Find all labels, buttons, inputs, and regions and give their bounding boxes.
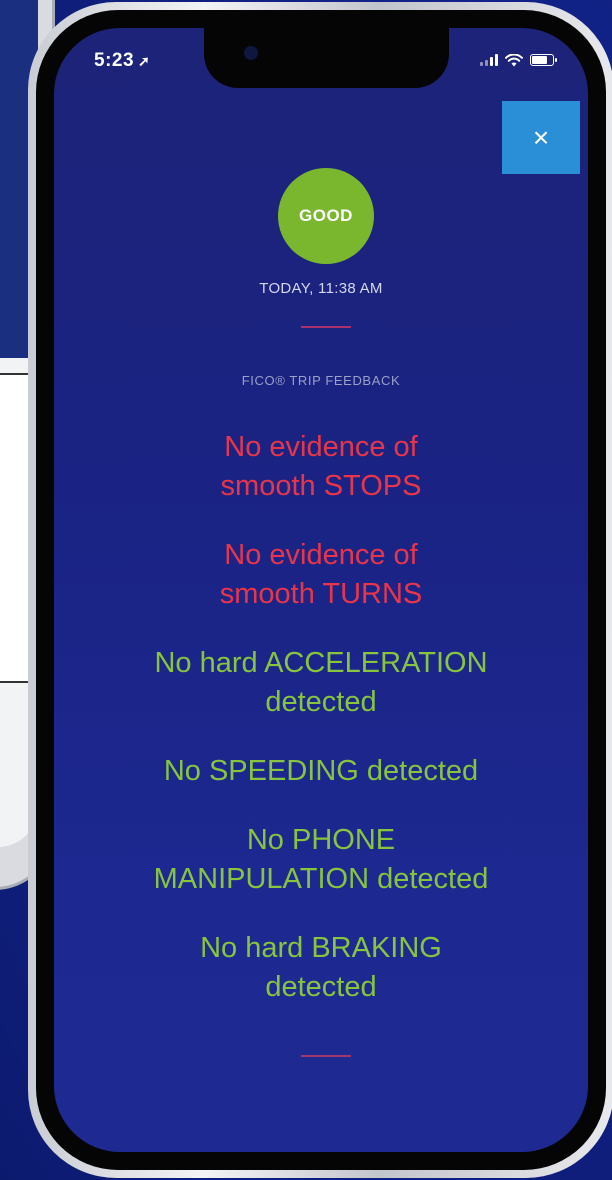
phone-bezel: 5:23 ➚ × GOOD TODAY, 11:38 AM FICO® TRIP…: [36, 10, 606, 1170]
top-divider: [301, 326, 351, 328]
feedback-item-line: No hard ACCELERATION: [154, 647, 488, 679]
battery-icon: [530, 54, 557, 66]
feedback-item-positive: No PHONE MANIPULATION detected: [54, 821, 588, 899]
location-arrow-icon: ➚: [138, 53, 151, 69]
feedback-item-line: No hard BRAKING: [200, 932, 442, 964]
feedback-item-line: detected: [265, 971, 377, 1003]
feedback-item-line: No evidence of: [224, 431, 418, 463]
feedback-list: No evidence of smooth STOPS No evidence of…: [54, 428, 588, 1037]
phone-frame: 5:23 ➚ × GOOD TODAY, 11:38 AM FICO® TRIP…: [28, 2, 612, 1178]
trip-score-badge: GOOD: [278, 168, 374, 264]
feedback-heading: FICO® TRIP FEEDBACK: [241, 373, 401, 388]
feedback-item-negative: No evidence of smooth STOPS: [54, 428, 588, 506]
feedback-item-positive: No hard BRAKING detected: [54, 929, 588, 1007]
wifi-icon: [505, 53, 523, 66]
trip-timestamp: TODAY, 11:38 AM: [259, 280, 383, 297]
stage: 5:23 ➚ × GOOD TODAY, 11:38 AM FICO® TRIP…: [0, 0, 612, 1180]
feedback-item-line: MANIPULATION detected: [153, 863, 489, 895]
feedback-item-line: detected: [265, 686, 377, 718]
close-icon: ×: [532, 121, 550, 153]
trip-score-label: GOOD: [299, 206, 353, 225]
close-button[interactable]: ×: [502, 101, 580, 174]
feedback-item-line: smooth STOPS: [220, 470, 422, 502]
camera-icon: [244, 46, 258, 60]
status-icons: [480, 52, 557, 68]
notch: [204, 28, 449, 88]
status-time: 5:23 ➚: [94, 50, 150, 72]
feedback-item-line: No SPEEDING detected: [163, 755, 479, 787]
feedback-item-line: No PHONE: [246, 824, 396, 856]
feedback-item-line: No evidence of: [224, 539, 418, 571]
feedback-item-positive: No SPEEDING detected: [54, 752, 588, 791]
feedback-item-negative: No evidence of smooth TURNS: [54, 536, 588, 614]
status-time-label: 5:23: [94, 50, 135, 71]
cellular-signal-icon: [480, 54, 498, 66]
bottom-divider: [301, 1055, 351, 1057]
phone-screen: 5:23 ➚ × GOOD TODAY, 11:38 AM FICO® TRIP…: [54, 28, 588, 1152]
feedback-item-positive: No hard ACCELERATION detected: [54, 644, 588, 722]
feedback-item-line: smooth TURNS: [219, 578, 423, 610]
